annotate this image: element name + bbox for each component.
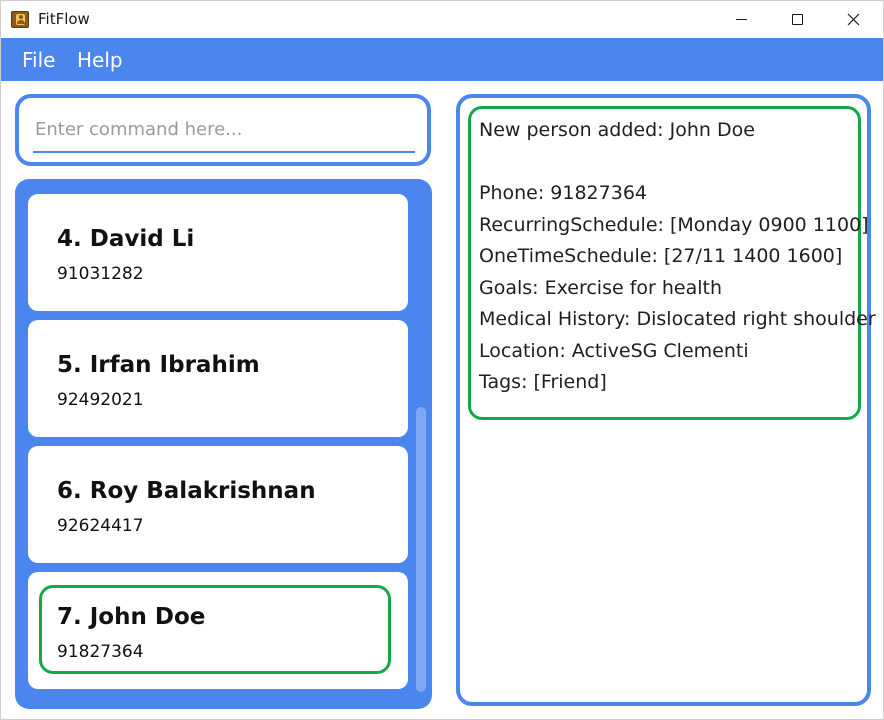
- result-tags: Tags: [Friend]: [479, 371, 607, 393]
- close-button[interactable]: [825, 1, 881, 38]
- person-list[interactable]: 4. David Li 91031282 5. Irfan Ibrahim 92…: [15, 179, 432, 709]
- command-box: [15, 94, 431, 166]
- person-phone: 91827364: [57, 642, 144, 662]
- person-phone: 92492021: [57, 390, 144, 410]
- person-phone: 91031282: [57, 264, 144, 284]
- result-recurring-schedule: RecurringSchedule: [Monday 0900 1100]: [479, 213, 869, 236]
- result-spacer: [479, 147, 858, 179]
- title-bar[interactable]: FitFlow: [1, 1, 883, 38]
- person-card[interactable]: 5. Irfan Ibrahim 92492021: [28, 320, 408, 437]
- person-name: 5. Irfan Ibrahim: [57, 352, 260, 378]
- menu-help[interactable]: Help: [77, 48, 123, 72]
- menu-bar: File Help: [1, 38, 883, 81]
- maximize-icon: [791, 14, 803, 25]
- result-medical-history: Medical History: Dislocated right should…: [479, 308, 876, 330]
- close-icon: [847, 13, 859, 26]
- person-card[interactable]: 4. David Li 91031282: [28, 194, 408, 311]
- app-window: FitFlow File Help 4. David Li 91031282 5…: [0, 0, 884, 720]
- person-card-selected[interactable]: 7. John Doe 91827364: [28, 572, 408, 689]
- result-goals: Goals: Exercise for health: [479, 276, 723, 299]
- person-phone: 92624417: [57, 516, 144, 536]
- result-location: Location: ActiveSG Clementi: [479, 339, 749, 362]
- result-phone: Phone: 91827364: [479, 182, 648, 204]
- result-highlight: New person added: John Doe Phone: 918273…: [468, 106, 876, 420]
- menu-file[interactable]: File: [22, 48, 55, 72]
- person-name: 4. David Li: [57, 226, 195, 252]
- result-headline: New person added: John Doe: [479, 119, 755, 141]
- app-icon: [11, 11, 29, 28]
- person-name: 7. John Doe: [57, 604, 206, 630]
- person-card[interactable]: 6. Roy Balakrishnan 92624417: [28, 446, 408, 563]
- result-display: New person added: John Doe Phone: 918273…: [456, 94, 876, 706]
- window-title: FitFlow: [38, 10, 90, 28]
- person-name: 6. Roy Balakrishnan: [57, 478, 316, 504]
- command-input[interactable]: [33, 108, 415, 153]
- maximize-button[interactable]: [769, 1, 825, 38]
- minimize-button[interactable]: [713, 1, 769, 38]
- result-onetime-schedule: OneTimeSchedule: [27/11 1400 1600]: [479, 245, 843, 267]
- minimize-icon: [735, 19, 747, 20]
- list-scrollbar[interactable]: [416, 407, 426, 692]
